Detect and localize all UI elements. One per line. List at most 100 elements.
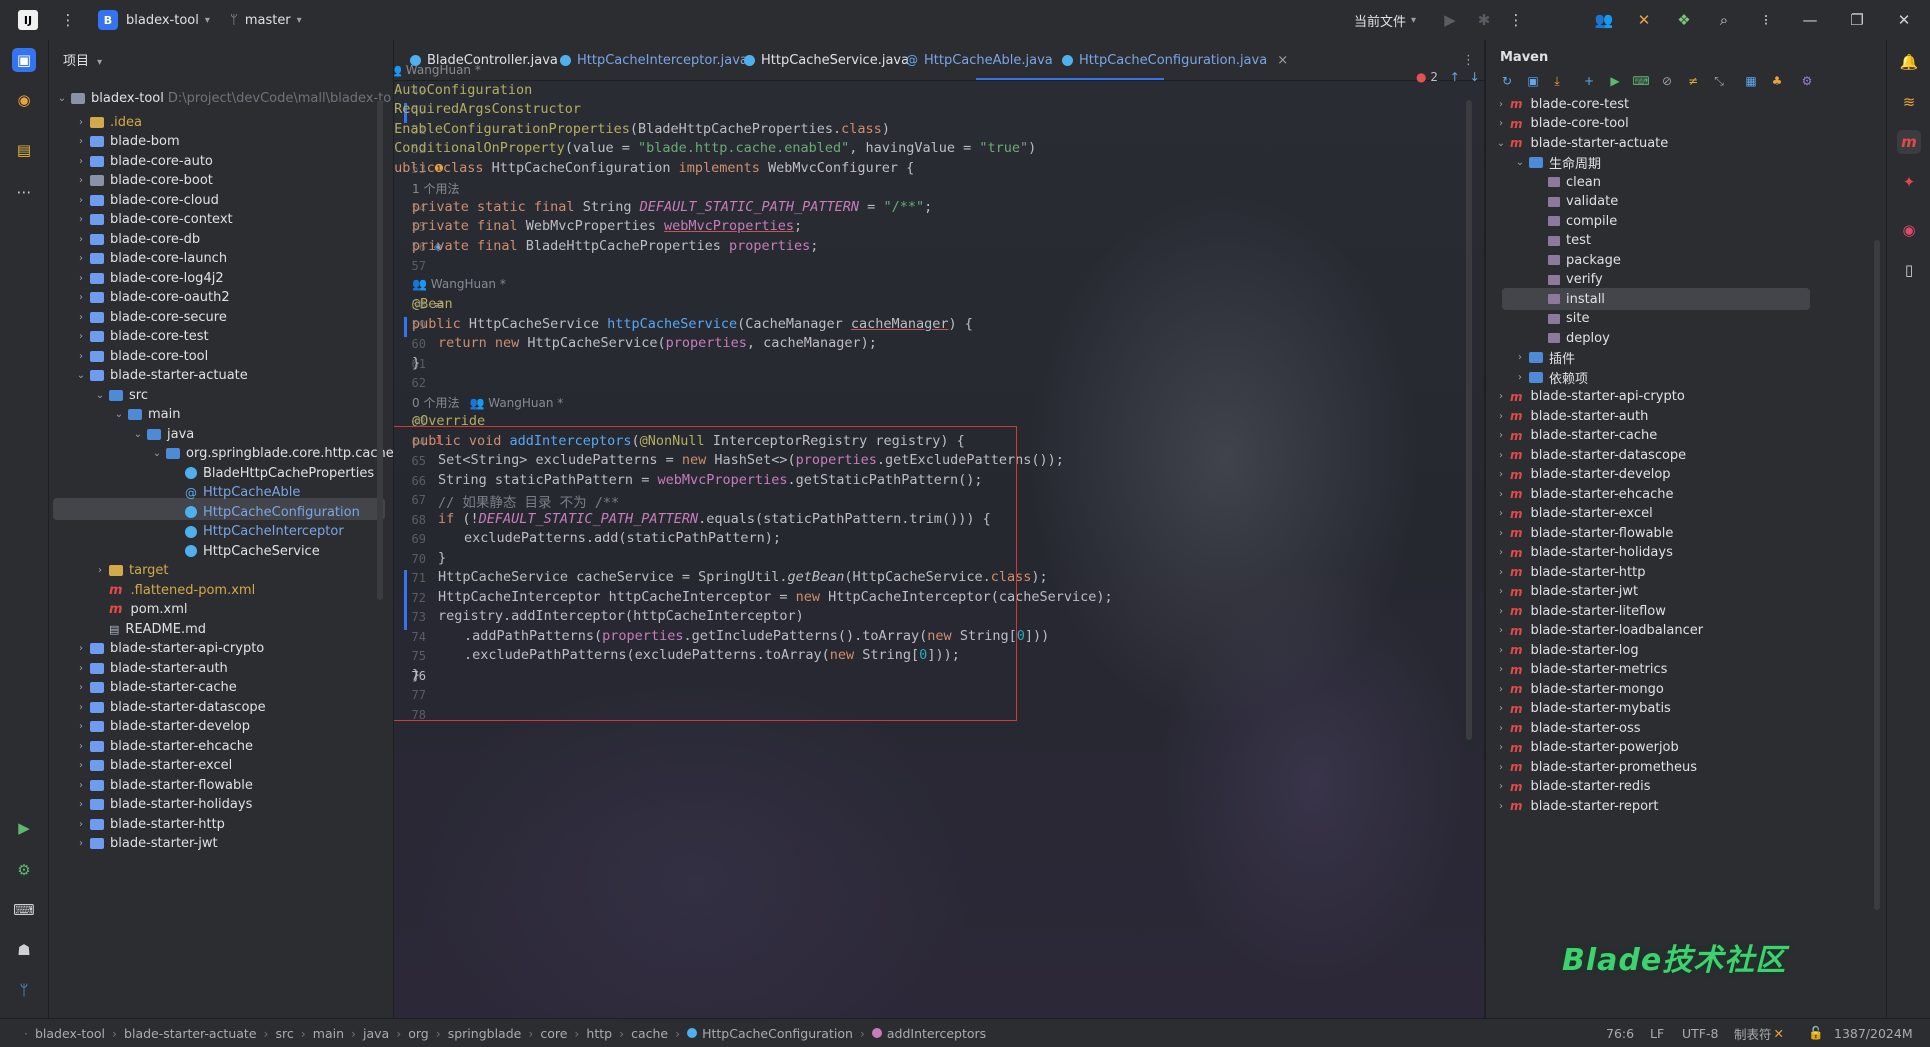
structure-icon[interactable]: ▤ <box>12 138 36 162</box>
add-icon[interactable]: + <box>1580 72 1598 90</box>
generate-sources-icon[interactable]: ▣ <box>1524 72 1542 90</box>
ai-assistant-icon[interactable]: ❖ <box>1674 10 1694 30</box>
reload-icon[interactable]: ↻ <box>1498 72 1516 90</box>
show-dependencies-icon[interactable]: ▦ <box>1742 72 1760 90</box>
run-maven-icon[interactable]: ▶ <box>1606 72 1624 90</box>
minimize-icon[interactable]: — <box>1800 10 1820 30</box>
chevron-right-icon[interactable]: › <box>1494 645 1508 656</box>
chevron-right-icon[interactable]: › <box>1494 586 1508 597</box>
breadcrumb-item[interactable]: springblade <box>448 1026 522 1041</box>
chevron-right-icon[interactable]: › <box>74 643 88 654</box>
collapse-all-icon[interactable]: ⤡ <box>1710 72 1728 90</box>
chevron-right-icon[interactable]: › <box>1494 430 1508 441</box>
code-line-52[interactable]: @ConditionalOnProperty(value = "blade.ht… <box>394 140 1036 156</box>
project-scrollbar[interactable] <box>377 100 383 600</box>
chevron-right-icon[interactable]: › <box>1494 801 1508 812</box>
code-line-60[interactable]: return new HttpCacheService(properties, … <box>438 335 877 351</box>
chevron-right-icon[interactable]: › <box>1494 606 1508 617</box>
chevron-right-icon[interactable]: › <box>1513 372 1527 383</box>
usage-hint[interactable]: 1 个用法 <box>412 180 459 197</box>
breadcrumb-item[interactable]: java <box>363 1026 389 1041</box>
chevron-down-icon[interactable]: ⌄ <box>1494 138 1508 149</box>
settings-icon[interactable]: ⁝ <box>1756 10 1776 30</box>
breadcrumb-item[interactable]: main <box>313 1026 344 1041</box>
git-icon[interactable]: ᛘ <box>12 978 36 1002</box>
search-icon[interactable]: ⌕ <box>1714 10 1734 30</box>
breadcrumb-item[interactable]: addInterceptors <box>887 1026 986 1041</box>
breadcrumb-item[interactable]: cache <box>631 1026 668 1041</box>
chevron-right-icon[interactable]: › <box>74 780 88 791</box>
chevron-right-icon[interactable]: › <box>74 292 88 303</box>
code-line-59[interactable]: public HttpCacheService httpCacheService… <box>412 316 973 332</box>
chevron-right-icon[interactable]: › <box>1494 450 1508 461</box>
tree-item[interactable]: HttpCacheService <box>169 539 320 563</box>
breadcrumb-item[interactable]: org <box>408 1026 429 1041</box>
chevron-right-icon[interactable]: › <box>1494 703 1508 714</box>
diagram-icon[interactable]: ♣ <box>1768 72 1786 90</box>
chevron-right-icon[interactable]: › <box>1494 391 1508 402</box>
chevron-right-icon[interactable]: › <box>74 117 88 128</box>
chevron-right-icon[interactable]: › <box>74 351 88 362</box>
chevron-right-icon[interactable]: › <box>1494 508 1508 519</box>
chevron-right-icon[interactable]: › <box>1494 489 1508 500</box>
chevron-right-icon[interactable]: › <box>1494 664 1508 675</box>
terminal-icon[interactable]: ⌨ <box>12 898 36 922</box>
branch-switcher[interactable]: ᛘ master ▾ <box>230 0 302 40</box>
chevron-down-icon[interactable]: ⌄ <box>112 409 126 420</box>
usage-hint[interactable]: 0 个用法👥 WangHuan * <box>412 394 563 411</box>
code-line-54[interactable]: private static final String DEFAULT_STAT… <box>412 199 932 215</box>
chevron-right-icon[interactable]: › <box>74 682 88 693</box>
main-menu-icon[interactable]: ⋮ <box>58 10 78 30</box>
maven-tool-icon[interactable]: m <box>1897 130 1921 154</box>
notifications-icon[interactable]: 🔔 <box>1897 50 1921 74</box>
restore-icon[interactable]: ❐ <box>1847 10 1867 30</box>
chevron-right-icon[interactable]: › <box>1494 723 1508 734</box>
database-icon[interactable]: ≋ <box>1897 90 1921 114</box>
plugin-icon[interactable]: ◉ <box>1897 218 1921 242</box>
code-line-55[interactable]: private final WebMvcProperties webMvcPro… <box>412 218 802 234</box>
author-hint[interactable]: 👥 WangHuan * <box>412 277 506 291</box>
chevron-right-icon[interactable]: › <box>1494 547 1508 558</box>
caret-position[interactable]: 76:6 <box>1606 1019 1634 1047</box>
build-tools-icon[interactable]: ✕ <box>1634 10 1654 30</box>
file-encoding[interactable]: UTF-8 <box>1682 1019 1718 1047</box>
code-with-me-icon[interactable]: 👥 <box>1594 10 1614 30</box>
chevron-right-icon[interactable]: › <box>74 136 88 147</box>
chevron-down-icon[interactable]: ⌄ <box>1513 157 1527 168</box>
breadcrumb-item[interactable]: HttpCacheConfiguration <box>702 1026 853 1041</box>
chevron-right-icon[interactable]: › <box>74 273 88 284</box>
chevron-right-icon[interactable]: › <box>1494 567 1508 578</box>
tree-item[interactable]: ›blade-starter-jwt <box>74 832 218 856</box>
chevron-down-icon[interactable]: ⌄ <box>93 390 107 401</box>
chevron-right-icon[interactable]: › <box>1494 99 1508 110</box>
chevron-right-icon[interactable]: › <box>74 702 88 713</box>
ide-logo-icon[interactable]: IJ <box>18 10 38 30</box>
more-actions-icon[interactable]: ⋮ <box>1506 10 1526 30</box>
maven-item[interactable]: ›mblade-starter-report <box>1494 794 1658 818</box>
chevron-right-icon[interactable]: › <box>74 156 88 167</box>
chevron-right-icon[interactable]: › <box>74 741 88 752</box>
chevron-right-icon[interactable]: › <box>74 721 88 732</box>
code-line-56[interactable]: private final BladeHttpCacheProperties p… <box>412 238 818 254</box>
run-icon[interactable]: ▶ <box>1440 10 1460 30</box>
chevron-right-icon[interactable]: › <box>1494 625 1508 636</box>
chevron-right-icon[interactable]: › <box>74 312 88 323</box>
chevron-right-icon[interactable]: › <box>74 819 88 830</box>
chevron-right-icon[interactable]: › <box>1494 742 1508 753</box>
chevron-right-icon[interactable]: › <box>74 175 88 186</box>
chevron-right-icon[interactable]: › <box>93 565 107 576</box>
ai-plugin-icon[interactable]: ✦ <box>1897 170 1921 194</box>
chevron-right-icon[interactable]: › <box>74 760 88 771</box>
services-icon[interactable]: ⚙ <box>12 858 36 882</box>
memory-indicator[interactable]: 1387/2024M <box>1834 1019 1913 1047</box>
breadcrumb-item[interactable]: http <box>586 1026 612 1041</box>
chevron-down-icon[interactable]: ⌄ <box>150 448 164 459</box>
code-line-51[interactable]: @EnableConfigurationProperties(BladeHttp… <box>394 121 890 137</box>
debug-icon[interactable]: ✱ <box>1474 10 1494 30</box>
code-line-49[interactable]: @AutoConfiguration <box>394 82 532 98</box>
chevron-right-icon[interactable]: › <box>74 663 88 674</box>
project-switcher[interactable]: B bladex-tool ▾ <box>98 0 210 40</box>
breadcrumb-item[interactable]: bladex-tool <box>35 1026 105 1041</box>
indent-setting[interactable]: 制表符✕ <box>1734 1019 1784 1047</box>
problems-icon[interactable]: ☗ <box>12 938 36 962</box>
